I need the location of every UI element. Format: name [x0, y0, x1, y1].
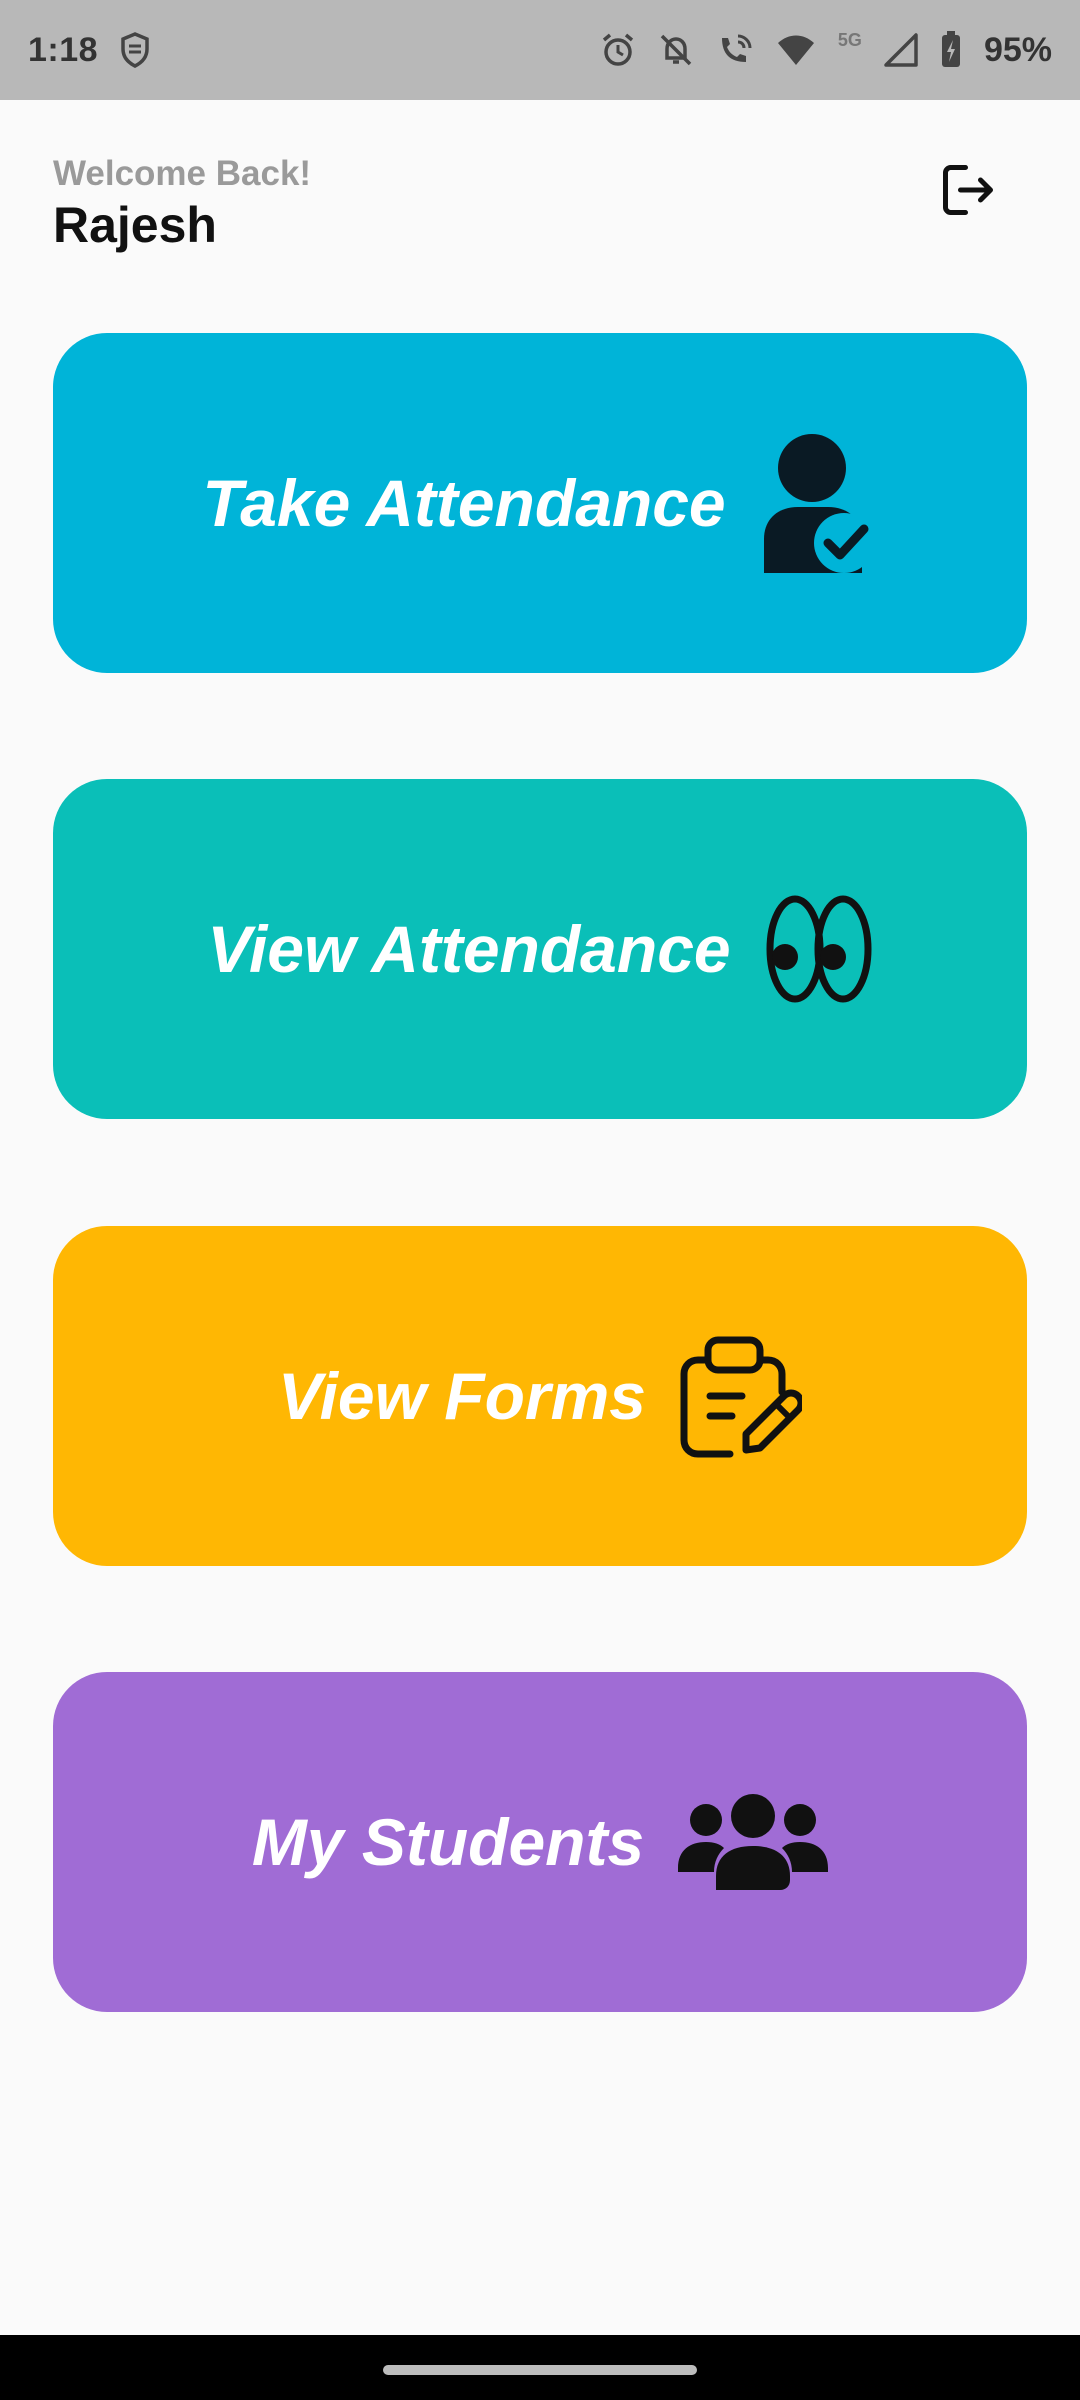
eyes-icon: [765, 895, 873, 1003]
view-attendance-card[interactable]: View Attendance: [53, 779, 1027, 1119]
logout-icon: [938, 160, 998, 225]
take-attendance-card[interactable]: Take Attendance: [53, 333, 1027, 673]
username: Rajesh: [53, 197, 217, 253]
view-forms-label: View Forms: [278, 1359, 646, 1433]
status-right: 5G 95%: [600, 29, 1052, 70]
navigation-bar: [0, 2335, 1080, 2400]
take-attendance-label: Take Attendance: [202, 466, 726, 540]
welcome-text: Welcome Back!: [53, 154, 312, 193]
clipboard-edit-icon: [680, 1334, 802, 1458]
battery-charging-icon: [940, 31, 962, 69]
network-type-label: 5G: [837, 29, 862, 50]
users-icon: [678, 1794, 829, 1890]
home-indicator[interactable]: [383, 2365, 697, 2375]
user-check-icon: [760, 433, 878, 573]
signal-icon: [884, 33, 918, 67]
header: Welcome Back! Rajesh: [0, 100, 1080, 270]
alarm-icon: [600, 32, 636, 68]
my-students-label: My Students: [251, 1805, 645, 1879]
shield-icon: [120, 32, 150, 68]
status-time: 1:18: [28, 30, 99, 69]
wifi-icon: [776, 33, 816, 67]
my-students-card[interactable]: My Students: [53, 1672, 1027, 2012]
view-attendance-label: View Attendance: [207, 912, 731, 986]
bell-off-icon: [658, 32, 694, 68]
status-bar: 1:18 5G 95%: [0, 0, 1080, 100]
battery-percentage: 95%: [983, 30, 1052, 69]
status-left: 1:18: [28, 31, 150, 70]
view-forms-card[interactable]: View Forms: [53, 1226, 1027, 1566]
home-screen: 1:18 5G 95% Welcome Back! Rajesh Take At…: [0, 0, 1080, 2400]
wifi-call-icon: [716, 32, 754, 68]
logout-button[interactable]: [930, 154, 1006, 230]
